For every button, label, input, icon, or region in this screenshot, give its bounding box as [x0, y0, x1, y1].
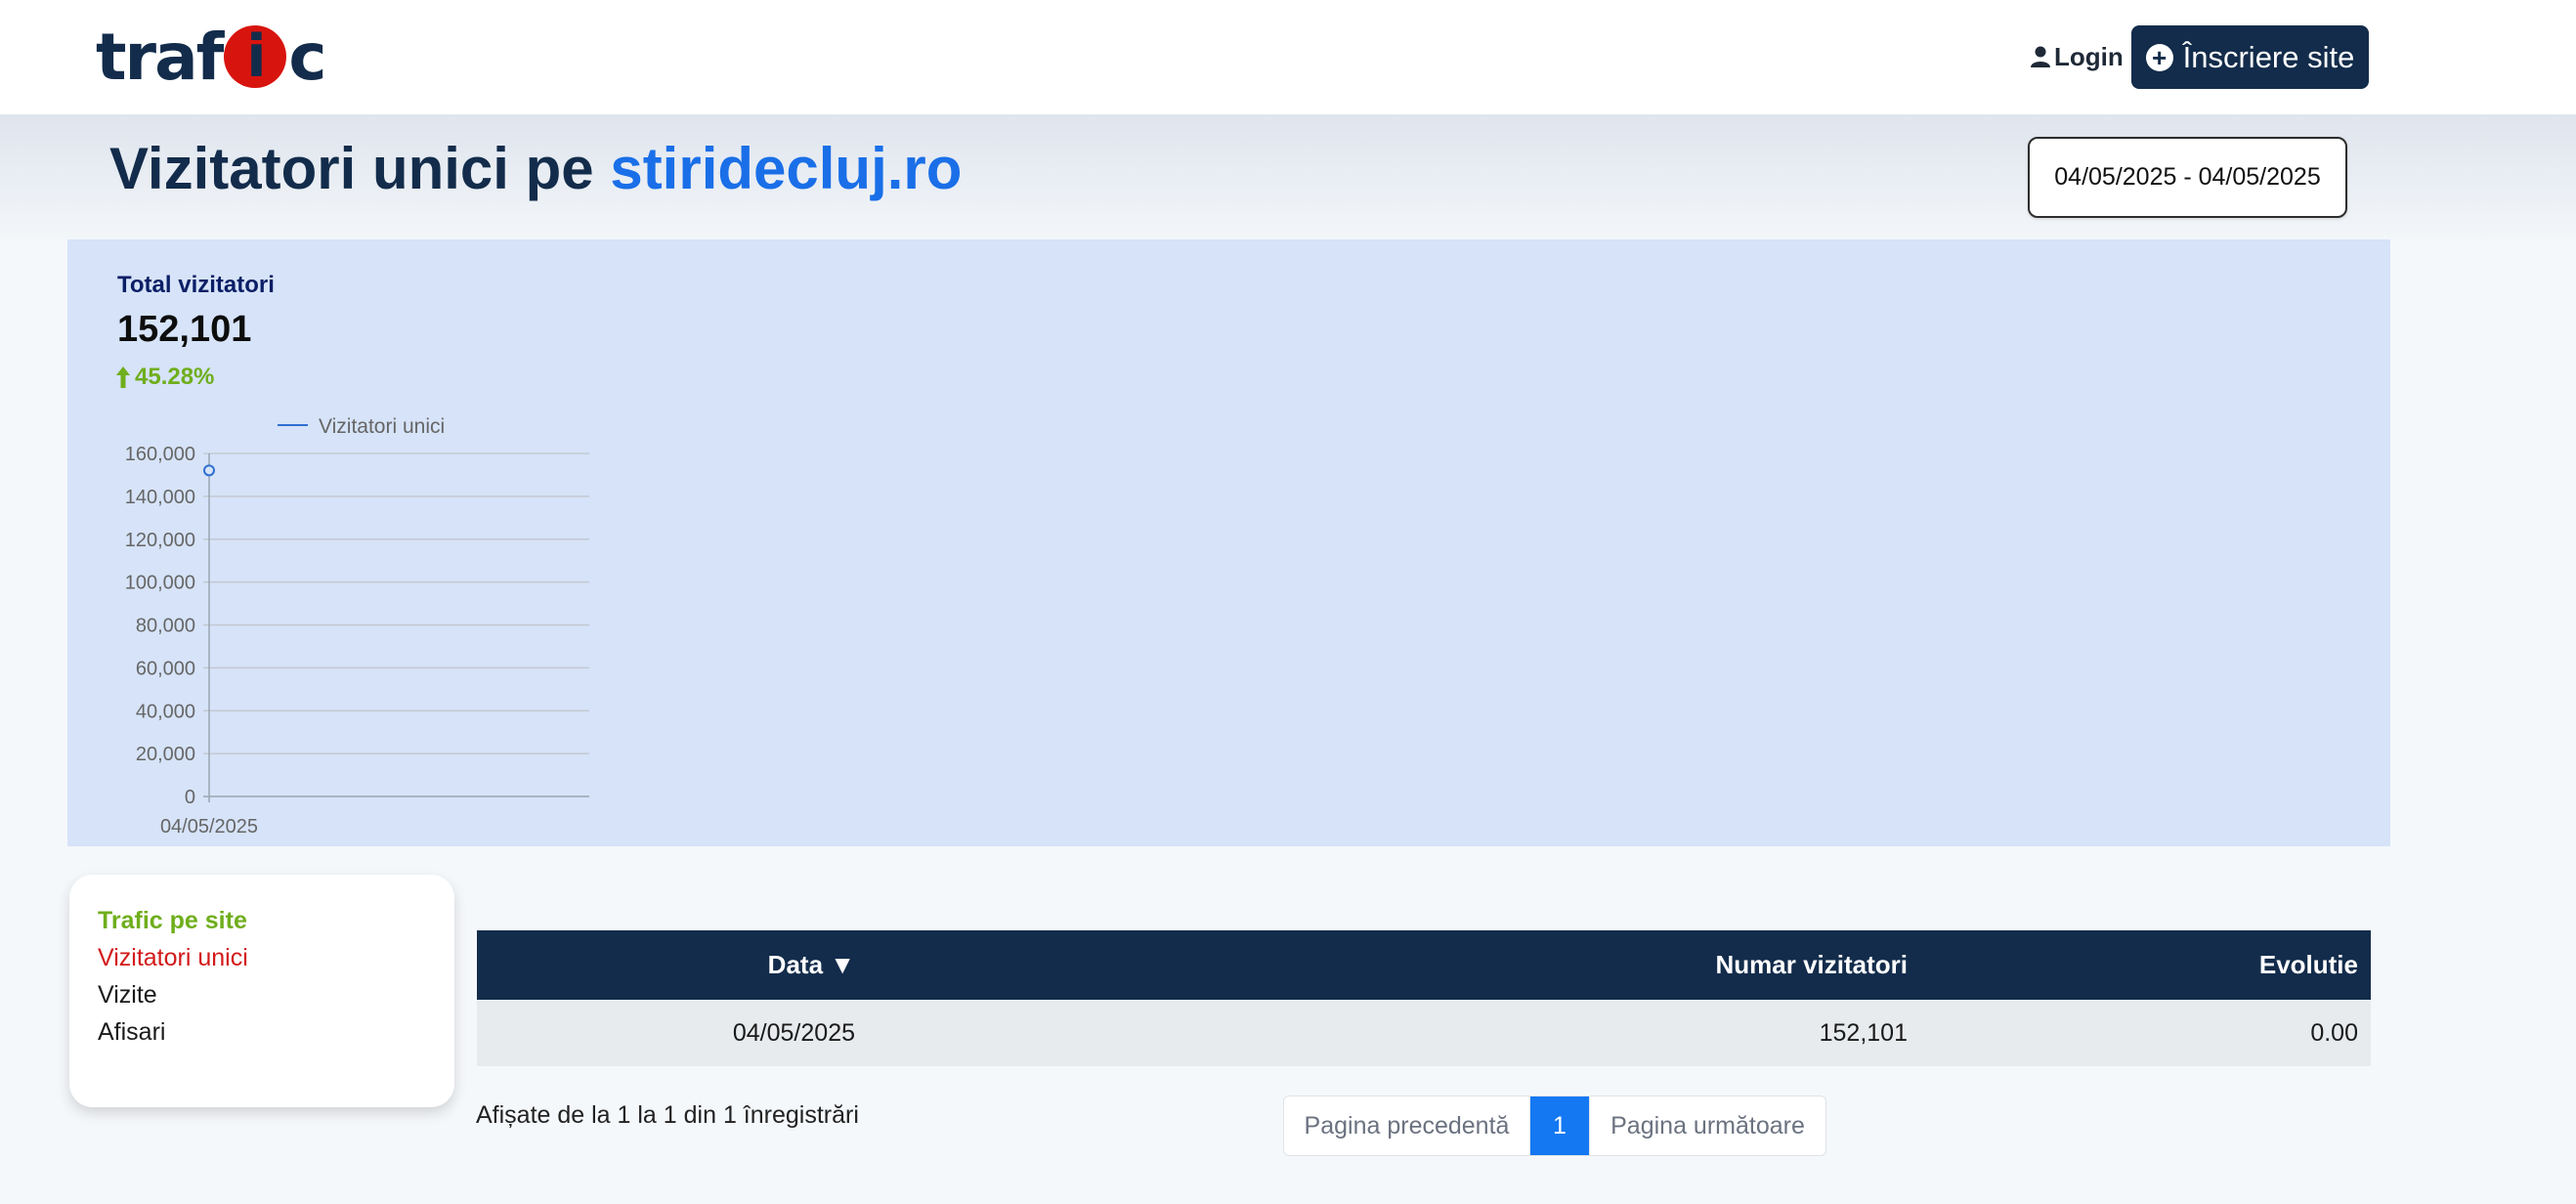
logo-text-end: c — [288, 19, 326, 95]
login-label: Login — [2054, 41, 2124, 71]
date-range-picker[interactable]: 04/05/2025 - 04/05/2025 — [2028, 137, 2347, 218]
y-tick-label: 20,000 — [136, 744, 195, 765]
signup-site-button[interactable]: + Înscriere site — [2131, 25, 2369, 89]
y-tick-label: 60,000 — [136, 658, 195, 679]
signup-label: Înscriere site — [2182, 39, 2355, 74]
y-tick-label: 40,000 — [136, 701, 195, 722]
cell-date: 04/05/2025 — [732, 1019, 855, 1047]
visitors-line-chart: Vizitatori unici 0 20,000 40,000 60,000 80,00… — [125, 415, 589, 838]
total-visitors-label: Total vizitatori — [117, 272, 275, 298]
pagination-next[interactable]: Pagina următoare — [1589, 1096, 1825, 1155]
user-icon — [2031, 46, 2050, 67]
data-point — [203, 464, 215, 477]
logo-text-start: traf — [96, 19, 224, 95]
y-tick-label: 160,000 — [125, 444, 195, 465]
menu-item-pageviews[interactable]: Afisari — [98, 1018, 165, 1047]
column-header-date-label: Data — [767, 950, 824, 979]
logo-i-letter: i — [246, 22, 267, 91]
cell-visitors: 152,101 — [1819, 1019, 1908, 1047]
growth-value: 45.28% — [135, 364, 215, 390]
table-header — [477, 930, 2371, 1000]
pagination-page-1[interactable]: 1 — [1530, 1096, 1589, 1155]
column-header-visitors[interactable]: Numar vizitatori — [1716, 950, 1909, 980]
title-prefix: Vizitatori unici pe — [109, 136, 594, 201]
y-tick-label: 140,000 — [125, 487, 195, 508]
pagination: Pagina precedentă 1 Pagina următoare — [1283, 1096, 1826, 1156]
y-tick-label: 120,000 — [125, 530, 195, 551]
y-tick-label: 100,000 — [125, 573, 195, 594]
y-tick-label: 0 — [185, 787, 195, 808]
table-info: Afișate de la 1 la 1 din 1 înregistrări — [476, 1101, 859, 1129]
login-link[interactable]: Login — [2031, 37, 2124, 76]
y-tick-label: 80,000 — [136, 616, 195, 637]
total-visitors-value: 152,101 — [117, 309, 252, 350]
logo-info-icon: i — [224, 22, 287, 91]
cell-evolution: 0.00 — [2310, 1019, 2358, 1047]
column-header-evolution[interactable]: Evolutie — [2259, 950, 2358, 980]
menu-item-site-traffic[interactable]: Trafic pe site — [98, 907, 247, 935]
pagination-previous[interactable]: Pagina precedentă — [1284, 1096, 1530, 1155]
title-site-name: stiridecluj.ro — [610, 136, 963, 201]
menu-item-visits[interactable]: Vizite — [98, 981, 157, 1010]
x-tick-label: 04/05/2025 — [160, 816, 258, 838]
column-header-date[interactable]: Data ▼ — [768, 950, 855, 980]
growth-indicator: 45.28% — [115, 364, 214, 391]
menu-item-unique-visitors[interactable]: Vizitatori unici — [98, 944, 248, 972]
arrow-up-icon — [116, 366, 130, 388]
site-logo[interactable]: traf i c — [96, 19, 326, 95]
plus-circle-icon: + — [2145, 43, 2173, 71]
sort-desc-icon: ▼ — [830, 950, 855, 979]
legend-label: Vizitatori unici — [319, 415, 445, 438]
page-title: Vizitatori unici pe stiridecluj.ro — [109, 135, 962, 202]
